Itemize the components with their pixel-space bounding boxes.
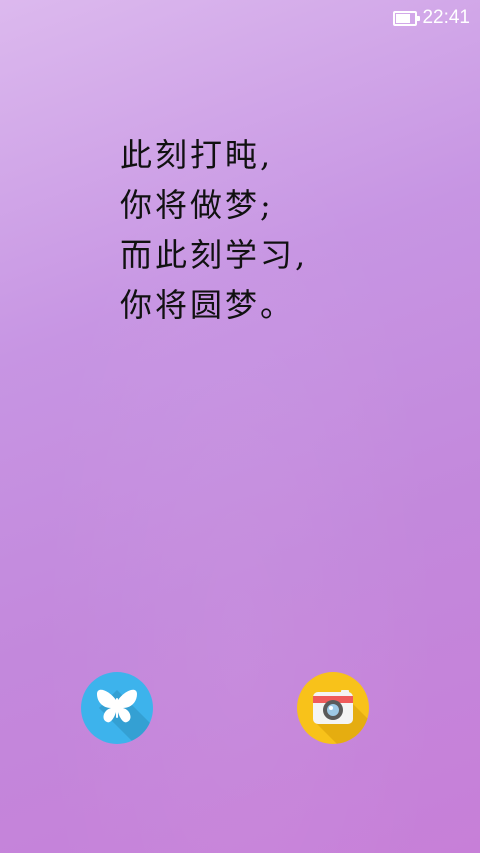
camera-icon: [313, 690, 369, 744]
battery-level: [396, 13, 411, 23]
quote-line-3: 而此刻学习,: [120, 236, 309, 274]
battery-icon: [393, 10, 421, 26]
lockscreen-quote: 此刻打盹, 你将做梦; 而此刻学习, 你将圆梦。: [120, 130, 308, 330]
camera-shortcut-button[interactable]: [297, 672, 369, 744]
quote-line-2: 你将做梦;: [120, 186, 274, 224]
wallpaper: [0, 0, 480, 853]
quote-line-4: 你将圆梦。: [120, 286, 296, 324]
status-bar: 22:41: [0, 0, 480, 36]
status-time: 22:41: [422, 7, 470, 28]
quote-line-1: 此刻打盹,: [120, 136, 274, 174]
butterfly-icon: [97, 689, 153, 744]
butterfly-shortcut-button[interactable]: [81, 672, 153, 744]
